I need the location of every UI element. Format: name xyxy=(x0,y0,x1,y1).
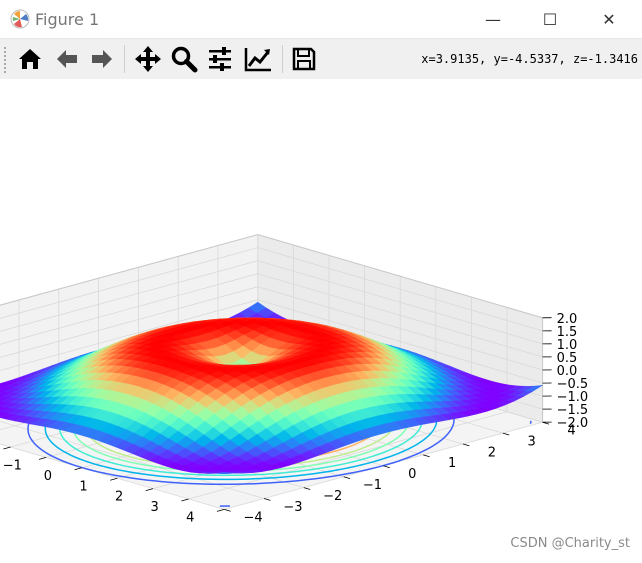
x-tick-label: 1 xyxy=(79,479,87,494)
y-tick-label: 1 xyxy=(448,456,456,471)
window-title: Figure 1 xyxy=(35,10,99,29)
save-icon xyxy=(291,46,317,72)
y-tick-mark xyxy=(264,499,270,501)
edit-parameters-button[interactable] xyxy=(242,43,274,75)
y-tick-label: 3 xyxy=(528,434,536,449)
contour-line xyxy=(531,421,532,424)
x-tick-mark xyxy=(39,457,46,459)
y-tick-mark xyxy=(304,488,310,490)
subplots-config-icon xyxy=(206,45,234,73)
toolbar-separator xyxy=(282,45,283,73)
figure-canvas[interactable]: −4−3−2−101234−4−3−2−101234−2.0−1.5−1.0−0… xyxy=(0,79,642,559)
title-bar: Figure 1 — ☐ ✕ xyxy=(0,0,642,38)
x-tick-label: 2 xyxy=(115,490,123,505)
y-tick-label: −4 xyxy=(244,511,263,526)
x-tick-label: 3 xyxy=(151,500,159,515)
minimize-button[interactable]: — xyxy=(470,0,516,38)
z-tick-label: 1.0 xyxy=(557,338,578,353)
y-tick-mark xyxy=(423,455,429,457)
x-tick-mark xyxy=(217,509,224,511)
close-button[interactable]: ✕ xyxy=(586,0,632,38)
home-icon xyxy=(17,46,43,72)
x-tick-mark xyxy=(146,489,153,491)
y-tick-mark xyxy=(463,444,469,446)
cursor-coordinates: x=3.9135, y=-4.5337, z=-1.3416 xyxy=(421,52,638,66)
edit-curves-icon xyxy=(243,45,273,73)
z-tick-label: 0.5 xyxy=(557,351,578,366)
pan-icon xyxy=(134,45,162,73)
pan-button[interactable] xyxy=(132,43,164,75)
x-tick-mark xyxy=(181,499,188,501)
toolbar-separator xyxy=(124,45,125,73)
y-tick-mark xyxy=(344,477,350,479)
y-tick-mark xyxy=(383,466,389,468)
x-tick-mark xyxy=(75,468,82,470)
zoom-button[interactable] xyxy=(168,43,200,75)
x-tick-label: −1 xyxy=(3,459,22,474)
navigation-toolbar: x=3.9135, y=-4.5337, z=-1.3416 xyxy=(0,38,642,79)
watermark: CSDN @Charity_st xyxy=(510,536,630,551)
y-tick-label: −3 xyxy=(283,500,302,515)
matplotlib-app-icon xyxy=(10,9,30,29)
maximize-button[interactable]: ☐ xyxy=(527,0,573,38)
x-tick-label: 4 xyxy=(186,511,194,526)
z-tick-label: −0.5 xyxy=(557,377,589,392)
forward-arrow-icon xyxy=(89,46,115,72)
back-button[interactable] xyxy=(51,43,83,75)
forward-button[interactable] xyxy=(86,43,118,75)
back-arrow-icon xyxy=(54,46,80,72)
y-tick-mark xyxy=(224,509,230,511)
configure-subplots-button[interactable] xyxy=(204,43,236,75)
x-tick-label: 0 xyxy=(44,469,52,484)
z-tick-label: −1.0 xyxy=(557,390,589,405)
y-tick-label: −1 xyxy=(363,478,382,493)
z-tick-label: −1.5 xyxy=(557,403,589,418)
y-tick-label: 2 xyxy=(488,445,496,460)
zoom-icon xyxy=(170,45,198,73)
y-tick-label: −2 xyxy=(323,489,342,504)
home-button[interactable] xyxy=(14,43,46,75)
toolbar-grip[interactable] xyxy=(4,47,9,73)
z-tick-label: 0.0 xyxy=(557,364,578,379)
z-tick-label: −2.0 xyxy=(557,416,589,431)
x-tick-mark xyxy=(3,447,10,449)
x-tick-mark xyxy=(110,478,117,480)
save-button[interactable] xyxy=(288,43,320,75)
z-tick-label: 1.5 xyxy=(557,325,578,340)
z-tick-label: 2.0 xyxy=(557,312,578,327)
y-tick-mark xyxy=(503,433,509,435)
y-tick-label: 0 xyxy=(408,467,416,482)
surface-plot-3d[interactable]: −4−3−2−101234−4−3−2−101234−2.0−1.5−1.0−0… xyxy=(0,79,642,559)
